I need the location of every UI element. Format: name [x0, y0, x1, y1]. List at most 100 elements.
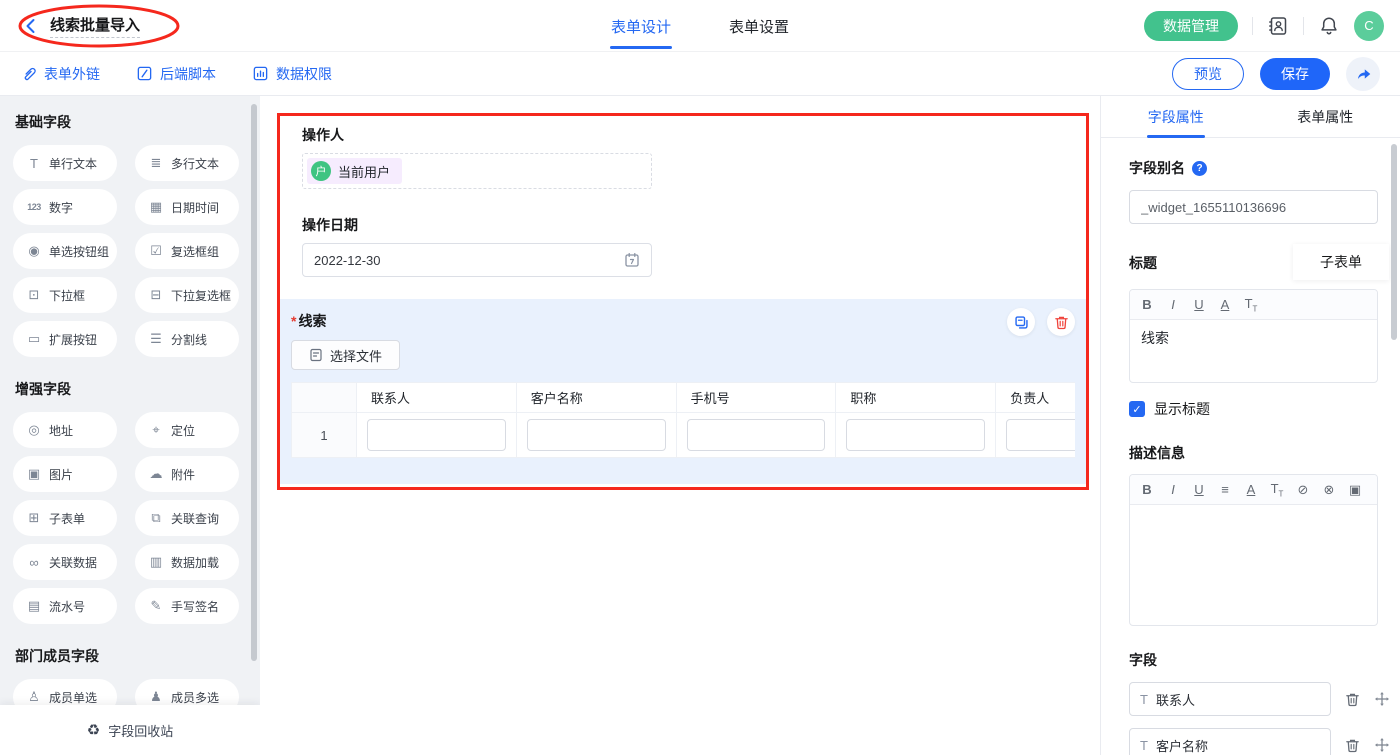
- contacts-button[interactable]: [1267, 15, 1289, 37]
- widget-subform-selected[interactable]: *线索: [277, 299, 1089, 484]
- widget-op-date[interactable]: 操作日期 2022-12-30: [277, 215, 1089, 277]
- subform-table: 联系人客户名称手机号职称负责人 1: [291, 382, 1075, 458]
- tab-field-properties[interactable]: 字段属性: [1101, 96, 1251, 137]
- desc-insert-image-icon[interactable]: ▣: [1342, 482, 1368, 498]
- panel-scrollbar[interactable]: [1391, 144, 1397, 340]
- sidebar-section-title: 基础字段: [15, 112, 260, 132]
- sidebar-field-单行文本[interactable]: T单行文本: [13, 145, 117, 181]
- title-italic-icon[interactable]: I: [1160, 297, 1186, 312]
- title-editor-toolbar: BIUATT: [1130, 290, 1377, 320]
- toolbar-link-1[interactable]: 后端脚本: [136, 64, 216, 84]
- cell-input[interactable]: [527, 419, 666, 451]
- subfield-delete-button[interactable]: [1345, 692, 1360, 707]
- subfield-delete-button[interactable]: [1345, 738, 1360, 753]
- show-title-checkbox[interactable]: ✓ 显示标题: [1129, 399, 1378, 419]
- sidebar-field-下拉框[interactable]: ⊡下拉框: [13, 277, 117, 313]
- sidebar-field-子表单[interactable]: ⊞子表单: [13, 500, 117, 536]
- subfield-box[interactable]: T客户名称: [1129, 728, 1331, 755]
- desc-unlink-icon[interactable]: ⊗: [1316, 482, 1342, 498]
- title-underline-icon[interactable]: U: [1186, 297, 1212, 312]
- sidebar-field-关联数据[interactable]: ∞ 关联数据: [13, 544, 117, 580]
- title-font-size-icon[interactable]: TT: [1238, 296, 1264, 314]
- subfield-box[interactable]: T联系人: [1129, 682, 1331, 716]
- title-bold-icon[interactable]: B: [1134, 297, 1160, 312]
- choose-file-label: 选择文件: [330, 346, 382, 365]
- sidebar-field-数据加载[interactable]: ▥数据加载: [135, 544, 239, 580]
- table-corner-cell: [292, 383, 357, 413]
- preview-button[interactable]: 预览: [1172, 58, 1244, 90]
- page-title[interactable]: 线索批量导入: [50, 14, 140, 38]
- field-recycle-bin-button[interactable]: ♻ 字段回收站: [0, 705, 260, 755]
- linked-query-icon: ⧉: [148, 510, 164, 526]
- sidebar-field-定位[interactable]: ⌖定位: [135, 412, 239, 448]
- sidebar-field-多行文本[interactable]: ≣多行文本: [135, 145, 239, 181]
- cell-input[interactable]: [367, 419, 506, 451]
- sidebar-field-手写签名[interactable]: ✎手写签名: [135, 588, 239, 624]
- sidebar-field-label: 关联数据: [49, 554, 97, 571]
- sidebar-field-单选按钮组[interactable]: ◉单选按钮组: [13, 233, 117, 269]
- notifications-button[interactable]: [1318, 15, 1340, 37]
- desc-align-icon[interactable]: ≡: [1212, 482, 1238, 497]
- copy-widget-button[interactable]: [1007, 308, 1035, 336]
- desc-bold-icon[interactable]: B: [1134, 482, 1160, 497]
- table-cell: [996, 413, 1075, 458]
- desc-link-icon[interactable]: ⊘: [1290, 482, 1316, 498]
- sidebar-field-地址[interactable]: ◎地址: [13, 412, 117, 448]
- alias-input[interactable]: [1129, 190, 1378, 224]
- desc-font-color-icon[interactable]: A: [1238, 482, 1264, 497]
- subform-actions: [1007, 308, 1075, 336]
- cell-input[interactable]: [687, 419, 826, 451]
- subfield-move-handle[interactable]: [1374, 691, 1390, 707]
- back-button[interactable]: [22, 17, 40, 35]
- subfield-name: 联系人: [1156, 690, 1195, 709]
- sidebar-field-label: 地址: [49, 422, 73, 439]
- sidebar-field-复选框组[interactable]: ☑复选框组: [135, 233, 239, 269]
- tab-form-design[interactable]: 表单设计: [611, 0, 671, 52]
- save-button[interactable]: 保存: [1260, 58, 1330, 90]
- subfield-move-handle[interactable]: [1374, 737, 1390, 753]
- date-input[interactable]: 2022-12-30: [302, 243, 652, 277]
- widget-operator[interactable]: 操作人 户 当前用户: [277, 125, 1089, 189]
- image-icon: ▣: [26, 466, 42, 482]
- tab-form-properties[interactable]: 表单属性: [1251, 96, 1400, 137]
- toolbar-link-0[interactable]: 表单外链: [20, 64, 100, 84]
- desc-italic-icon[interactable]: I: [1160, 482, 1186, 497]
- sidebar-field-数字[interactable]: 123数字: [13, 189, 117, 225]
- data-manage-button[interactable]: 数据管理: [1144, 11, 1238, 41]
- sidebar-field-附件[interactable]: ☁附件: [135, 456, 239, 492]
- sidebar-field-日期时间[interactable]: ▦日期时间: [135, 189, 239, 225]
- description-editor-content[interactable]: [1130, 505, 1377, 625]
- delete-widget-button[interactable]: [1047, 308, 1075, 336]
- toolbar-link-2[interactable]: 数据权限: [252, 64, 332, 84]
- description-editor[interactable]: BIU≡ATT⊘⊗▣: [1129, 474, 1378, 626]
- form-design-canvas[interactable]: 操作人 户 当前用户 操作日期 2022-12-30: [260, 96, 1100, 755]
- sidebar-field-label: 多行文本: [171, 155, 219, 172]
- title-editor-content[interactable]: 线索: [1130, 320, 1377, 382]
- properties-body: 字段别名 ? 标题 子表单 BIUATT 线索 ✓ 显示标题 描述信息 BIU≡…: [1101, 138, 1400, 755]
- operator-field[interactable]: 户 当前用户: [302, 153, 652, 189]
- choose-file-button[interactable]: 选择文件: [291, 340, 400, 370]
- desc-font-size-icon[interactable]: TT: [1264, 481, 1290, 499]
- linked-data-icon: ∞: [26, 555, 42, 570]
- help-icon[interactable]: ?: [1192, 161, 1207, 176]
- sidebar-field-关联查询[interactable]: ⧉关联查询: [135, 500, 239, 536]
- title-font-color-icon[interactable]: A: [1212, 297, 1238, 312]
- cell-input[interactable]: [846, 419, 985, 451]
- desc-underline-icon[interactable]: U: [1186, 482, 1212, 497]
- sidebar-field-label: 单选按钮组: [49, 243, 109, 260]
- sidebar-field-下拉复选框[interactable]: ⊟下拉复选框: [135, 277, 239, 313]
- sidebar-scrollbar[interactable]: [251, 104, 257, 661]
- avatar[interactable]: C: [1354, 11, 1384, 41]
- toolbar-link-label: 数据权限: [276, 64, 332, 84]
- title-editor[interactable]: BIUATT 线索: [1129, 289, 1378, 383]
- sidebar-field-流水号[interactable]: ▤流水号: [13, 588, 117, 624]
- sidebar-field-图片[interactable]: ▣图片: [13, 456, 117, 492]
- sidebar-section-title: 增强字段: [15, 379, 260, 399]
- cell-input[interactable]: [1006, 419, 1075, 451]
- sidebar-field-分割线[interactable]: ☰分割线: [135, 321, 239, 357]
- backend-script-icon: [136, 65, 153, 82]
- sidebar-field-扩展按钮[interactable]: ▭扩展按钮: [13, 321, 117, 357]
- share-button[interactable]: [1346, 57, 1380, 91]
- tab-form-settings[interactable]: 表单设置: [729, 0, 789, 52]
- contact-book-icon: [1267, 15, 1289, 37]
